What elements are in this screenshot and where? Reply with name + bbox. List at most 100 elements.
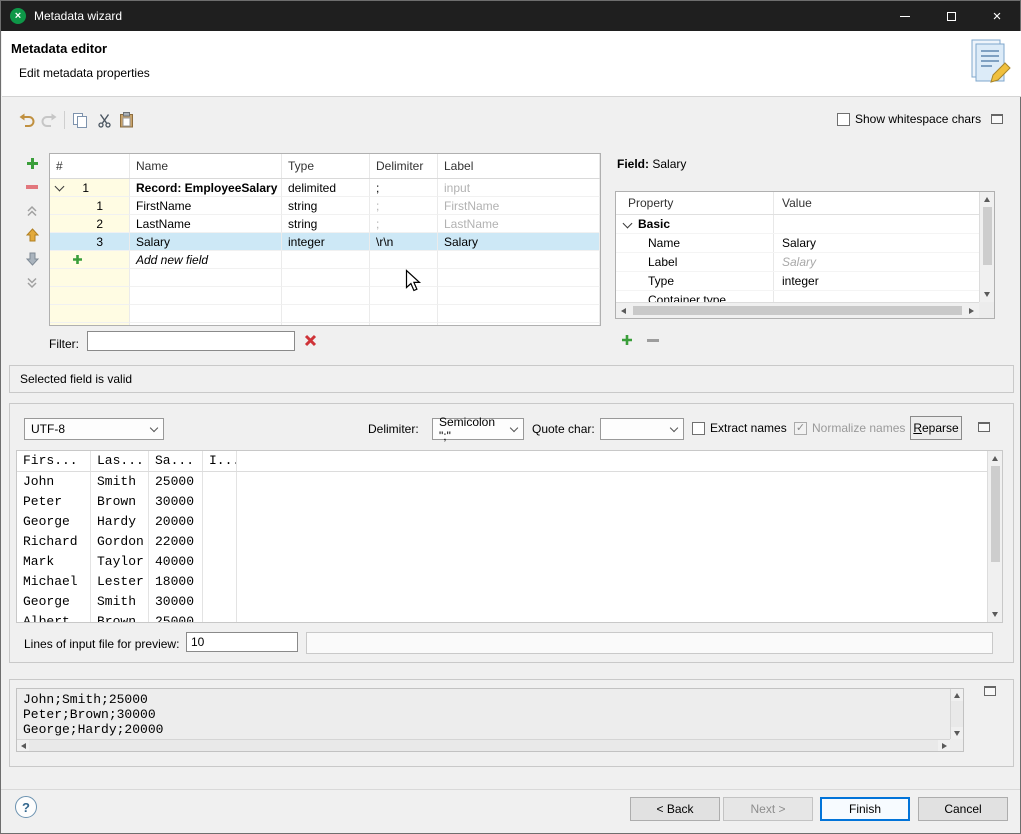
grid-cell[interactable]: Albert — [17, 612, 91, 623]
field-name-cell[interactable]: LastName — [130, 215, 282, 233]
field-num-cell[interactable]: 1 — [50, 197, 130, 215]
quote-char-select[interactable] — [600, 418, 684, 440]
scroll-left-icon[interactable] — [17, 740, 29, 751]
scroll-left-icon[interactable] — [616, 303, 631, 318]
column-header-value[interactable]: Value — [774, 192, 979, 214]
property-row[interactable]: Type integer — [616, 272, 979, 291]
raw-hscrollbar[interactable] — [17, 739, 950, 751]
column-header-type[interactable]: Type — [282, 154, 370, 178]
property-row[interactable]: Label Salary — [616, 253, 979, 272]
scroll-right-icon[interactable] — [938, 740, 950, 751]
field-row[interactable]: 3 Salary integer \r\n Salary — [50, 233, 600, 251]
column-header-name[interactable]: Name — [130, 154, 282, 178]
field-label-cell[interactable]: FirstName — [438, 197, 600, 215]
grid-cell[interactable]: 25000 — [149, 612, 203, 623]
help-button[interactable]: ? — [15, 796, 37, 818]
clear-filter-icon[interactable] — [304, 334, 317, 350]
grid-row[interactable]: MarkTaylor40000 — [17, 552, 1002, 572]
grid-cell[interactable] — [203, 592, 237, 612]
grid-cell[interactable]: Brown — [91, 612, 149, 623]
properties-hscrollbar[interactable] — [616, 302, 979, 318]
property-value-cell[interactable]: integer — [774, 272, 979, 290]
grid-cell[interactable]: Smith — [91, 472, 149, 492]
scroll-down-icon[interactable] — [980, 287, 994, 302]
redo-icon[interactable] — [39, 109, 61, 131]
cancel-button[interactable]: Cancel — [918, 797, 1008, 821]
move-top-icon[interactable] — [22, 199, 42, 223]
grid-cell[interactable] — [203, 492, 237, 512]
remove-field-icon[interactable] — [22, 175, 42, 199]
reparse-button[interactable]: Reparse — [910, 416, 962, 440]
grid-cell[interactable]: Brown — [91, 492, 149, 512]
record-row[interactable]: 1 Record: EmployeeSalary delimited ; inp… — [50, 179, 600, 197]
scroll-up-icon[interactable] — [951, 689, 963, 701]
property-name-cell[interactable]: Container type — [616, 291, 774, 302]
add-field-cell[interactable] — [50, 251, 130, 269]
property-name-cell[interactable]: Label — [616, 253, 774, 271]
grid-row[interactable]: AlbertBrown25000 — [17, 612, 1002, 623]
extract-names-option[interactable]: Extract names — [692, 421, 787, 435]
add-field-row[interactable]: Add new field — [50, 251, 600, 269]
grid-cell[interactable] — [203, 512, 237, 532]
record-num-cell[interactable]: 1 — [50, 179, 130, 197]
grid-column-header[interactable]: I... — [203, 451, 237, 471]
property-row[interactable]: Name Salary — [616, 234, 979, 253]
scroll-up-icon[interactable] — [988, 451, 1002, 466]
plus-icon[interactable] — [72, 254, 83, 265]
delimiter-select[interactable]: Semicolon ";" — [432, 418, 524, 440]
raw-text-area[interactable]: John;Smith;25000Peter;Brown;30000George;… — [16, 688, 964, 752]
grid-row[interactable]: GeorgeSmith30000 — [17, 592, 1002, 612]
property-value-cell[interactable]: Salary — [774, 253, 979, 271]
field-num-cell[interactable]: 2 — [50, 215, 130, 233]
column-header-delimiter[interactable]: Delimiter — [370, 154, 438, 178]
property-row[interactable]: Container type — [616, 291, 979, 302]
scrollbar-thumb[interactable] — [633, 306, 962, 315]
paste-icon[interactable] — [115, 109, 137, 131]
collapse-chevron-icon[interactable] — [623, 218, 633, 228]
field-label-cell[interactable]: Salary — [438, 233, 600, 251]
field-type-cell[interactable]: string — [282, 215, 370, 233]
scroll-down-icon[interactable] — [988, 607, 1002, 622]
field-name-cell[interactable]: Salary — [130, 233, 282, 251]
record-label-cell[interactable]: input — [438, 179, 600, 197]
grid-cell[interactable]: Mark — [17, 552, 91, 572]
grid-cell[interactable]: George — [17, 592, 91, 612]
lines-count-input[interactable] — [186, 632, 298, 652]
properties-vscrollbar[interactable] — [979, 192, 994, 302]
grid-cell[interactable]: 22000 — [149, 532, 203, 552]
grid-cell[interactable]: 25000 — [149, 472, 203, 492]
grid-cell[interactable]: 40000 — [149, 552, 203, 572]
minimize-button[interactable] — [882, 1, 928, 31]
close-button[interactable]: × — [974, 1, 1020, 31]
grid-cell[interactable]: Taylor — [91, 552, 149, 572]
add-property-icon[interactable] — [621, 334, 633, 349]
grid-row[interactable]: PeterBrown30000 — [17, 492, 1002, 512]
move-bottom-icon[interactable] — [22, 271, 42, 295]
move-up-icon[interactable] — [22, 223, 42, 247]
field-row[interactable]: 2 LastName string ; LastName — [50, 215, 600, 233]
column-header-num[interactable]: # — [50, 154, 130, 178]
property-name-cell[interactable]: Name — [616, 234, 774, 252]
grid-cell[interactable] — [203, 572, 237, 592]
grid-column-header[interactable]: Firs... — [17, 451, 91, 471]
field-delimiter-cell[interactable]: ; — [370, 197, 438, 215]
show-whitespace-checkbox[interactable] — [837, 113, 850, 126]
copy-icon[interactable] — [69, 109, 91, 131]
collapse-chevron-icon[interactable] — [55, 181, 65, 191]
extract-names-checkbox[interactable] — [692, 422, 705, 435]
grid-cell[interactable]: 30000 — [149, 492, 203, 512]
property-value-cell[interactable] — [774, 291, 979, 302]
grid-cell[interactable]: Hardy — [91, 512, 149, 532]
grid-cell[interactable]: 20000 — [149, 512, 203, 532]
grid-cell[interactable]: Lester — [91, 572, 149, 592]
raw-vscrollbar[interactable] — [950, 689, 963, 739]
field-label-cell[interactable]: LastName — [438, 215, 600, 233]
field-type-cell[interactable]: string — [282, 197, 370, 215]
cut-icon[interactable] — [93, 109, 115, 131]
grid-cell[interactable]: Peter — [17, 492, 91, 512]
grid-row[interactable]: RichardGordon22000 — [17, 532, 1002, 552]
grid-row[interactable]: MichaelLester18000 — [17, 572, 1002, 592]
grid-row[interactable]: GeorgeHardy20000 — [17, 512, 1002, 532]
property-value-cell[interactable]: Salary — [774, 234, 979, 252]
undo-icon[interactable] — [15, 109, 37, 131]
